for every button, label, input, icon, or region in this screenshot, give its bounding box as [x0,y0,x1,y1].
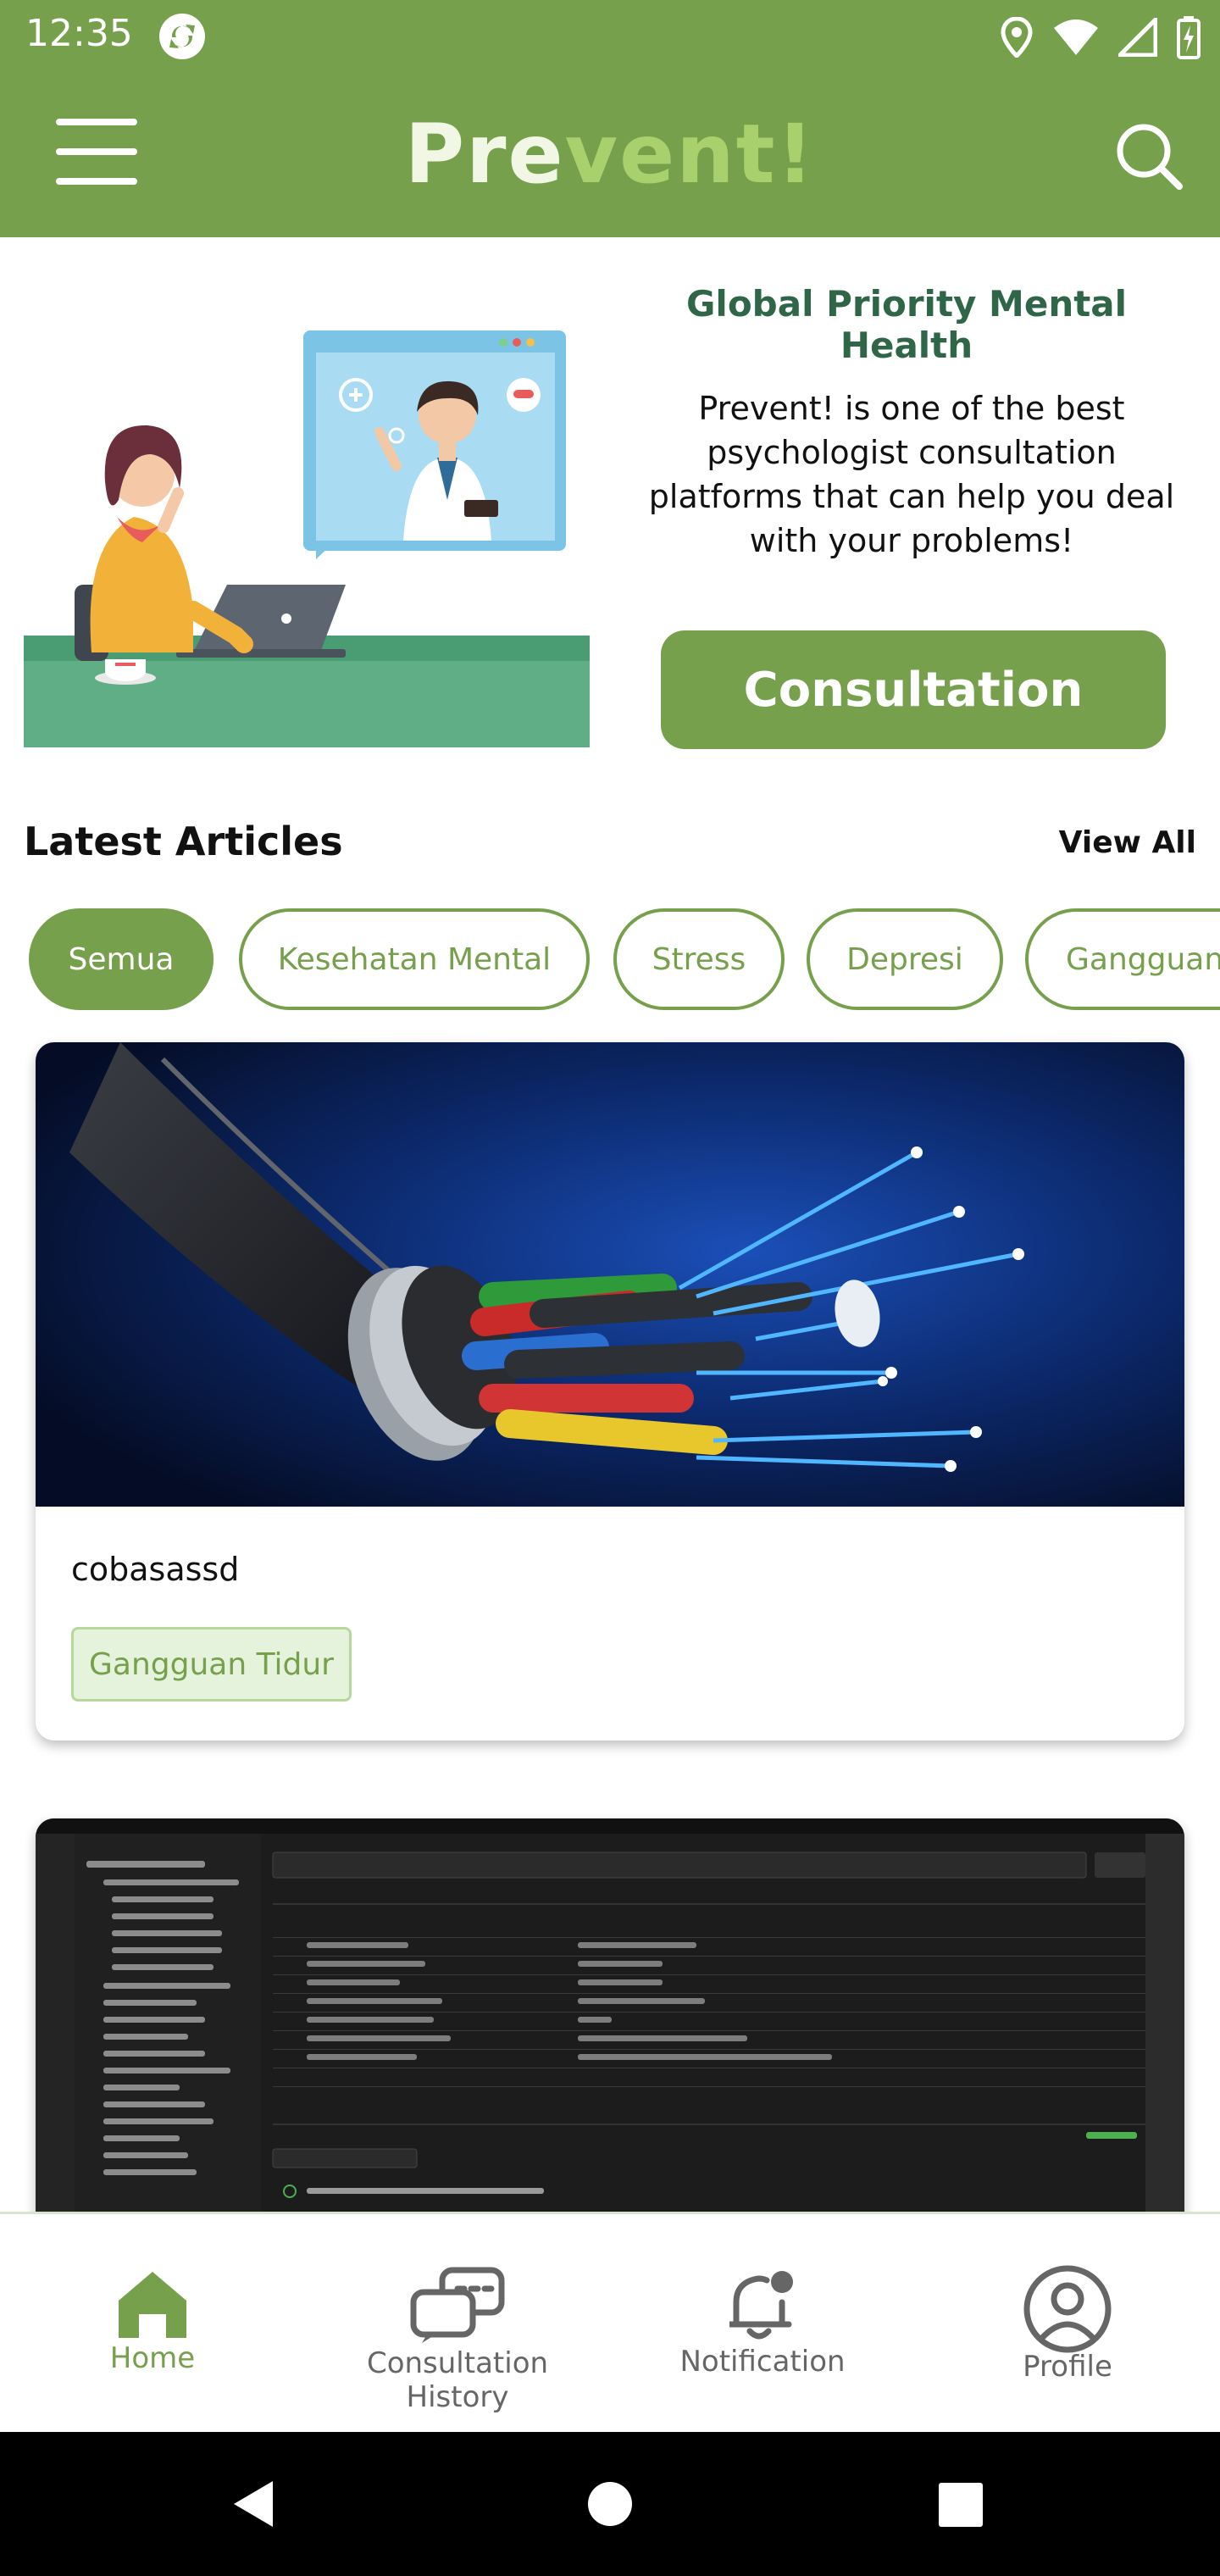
latest-articles-title: Latest Articles [24,819,343,864]
nav-home[interactable]: Home [68,2214,237,2434]
article-category-tag: Gangguan Tidur [71,1627,352,1702]
nav-profile[interactable]: Profile [983,2214,1152,2434]
article-image-fiber-cable [36,1042,1184,1507]
home-icon [119,2272,186,2338]
category-chips: Semua Kesehatan Mental Stress Depresi Ga… [29,908,1220,1013]
recents-square-icon[interactable] [910,2432,1012,2576]
signal-icon [1118,18,1157,57]
app-logo: Prevent! [0,107,1220,202]
chip-depresi[interactable]: Depresi [807,908,1003,1010]
nav-home-label: Home [109,2341,196,2375]
nav-notification[interactable]: Notification [669,2214,856,2434]
article-card[interactable]: cobasassd Gangguan Tidur [36,1042,1184,1740]
chip-stress[interactable]: Stress [613,908,785,1010]
nav-consultation-history[interactable]: Consultation History [313,2214,602,2434]
bottom-navigation: Home Consultation History Notification P… [0,2212,1220,2432]
status-bar: 12:35 [0,0,1220,75]
wifi-icon [1054,19,1098,55]
app-logo-part2: vent! [564,107,816,202]
status-icons [1000,12,1201,63]
app-sync-icon [158,12,207,61]
system-navigation-bar [0,2432,1220,2576]
article-card[interactable] [36,1818,1184,2217]
nav-consultation-history-label: Consultation History [366,2346,549,2414]
hero-title: Global Priority Mental Health [685,283,1128,366]
view-all-link[interactable]: View All [1059,825,1196,860]
hero-description: Prevent! is one of the best psychologist… [648,390,1175,559]
chip-gangguan[interactable]: Gangguan [1025,908,1220,1010]
app-logo-part1: Pre [404,107,565,202]
chat-history-icon [410,2267,505,2343]
bell-icon [729,2271,793,2340]
article-title: cobasassd [71,1551,240,1588]
nav-profile-label: Profile [1023,2350,1112,2384]
back-icon[interactable] [203,2432,305,2576]
user-circle-icon [1023,2265,1112,2353]
nav-notification-label: Notification [679,2345,846,2379]
location-icon [1001,17,1033,58]
battery-icon [1177,16,1201,59]
chip-semua[interactable]: Semua [29,908,214,1010]
status-time: 12:35 [25,12,133,55]
home-circle-icon[interactable] [559,2432,661,2576]
app-bar: Prevent! [0,75,1220,237]
hero-illustration [24,330,590,747]
consultation-button[interactable]: Consultation [661,630,1166,749]
search-icon[interactable] [1115,122,1183,190]
article-image-postman-screenshot [36,1818,1184,2217]
top-bar: 12:35 Prevent! [0,0,1220,237]
chip-kesehatan-mental[interactable]: Kesehatan Mental [239,908,590,1010]
